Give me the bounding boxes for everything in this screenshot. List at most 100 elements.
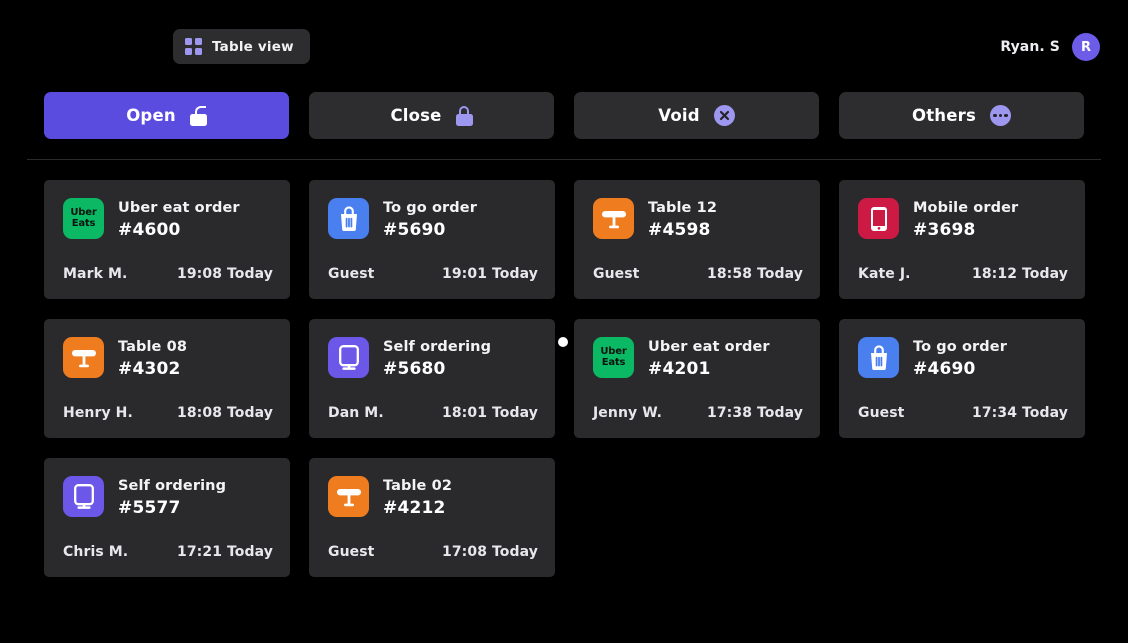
order-time: 18:01 Today bbox=[441, 405, 538, 421]
status-tabs: Open Close Void Others bbox=[44, 92, 1084, 139]
ubereats-icon: Uber Eats bbox=[593, 337, 634, 378]
order-card-header: Table 02 #4212 bbox=[328, 476, 538, 519]
order-list-screen: Table view Ryan. S R Open Close Void Oth… bbox=[0, 0, 1128, 643]
order-customer: Guest bbox=[328, 266, 375, 282]
table-view-button[interactable]: Table view bbox=[173, 29, 310, 64]
order-card-footer: Guest 18:58 Today bbox=[593, 266, 803, 282]
order-customer: Jenny W. bbox=[593, 405, 663, 421]
order-card-titles: Uber eat order #4600 bbox=[118, 198, 240, 241]
order-customer: Mark M. bbox=[63, 266, 128, 282]
order-card-titles: Self ordering #5577 bbox=[118, 476, 226, 519]
order-number: #5577 bbox=[118, 498, 181, 518]
order-card-header: Table 12 #4598 bbox=[593, 198, 803, 241]
order-type-label: Uber eat order bbox=[118, 200, 240, 216]
order-card-footer: Jenny W. 17:38 Today bbox=[593, 405, 803, 421]
order-number: #4212 bbox=[383, 498, 446, 518]
order-type-label: Table 12 bbox=[648, 200, 718, 216]
table-icon bbox=[63, 337, 104, 378]
order-card-footer: Dan M. 18:01 Today bbox=[328, 405, 538, 421]
order-card[interactable]: Table 08 #4302 Henry H. 18:08 Today bbox=[44, 319, 290, 438]
order-card[interactable]: Table 12 #4598 Guest 18:58 Today bbox=[574, 180, 820, 299]
order-time: 18:58 Today bbox=[706, 266, 803, 282]
table-icon bbox=[328, 476, 369, 517]
order-time: 19:08 Today bbox=[176, 266, 273, 282]
order-card-header: Uber Eats Uber eat order #4600 bbox=[63, 198, 273, 241]
order-time: 17:21 Today bbox=[176, 544, 273, 560]
order-card-footer: Kate J. 18:12 Today bbox=[858, 266, 1068, 282]
order-number: #3698 bbox=[913, 220, 976, 240]
order-card-footer: Guest 17:34 Today bbox=[858, 405, 1068, 421]
tab-open[interactable]: Open bbox=[44, 92, 289, 139]
order-card[interactable]: Uber Eats Uber eat order #4201 Jenny W. 17:38… bbox=[574, 319, 820, 438]
order-card-titles: To go order #4690 bbox=[913, 337, 1007, 380]
order-customer: Guest bbox=[858, 405, 905, 421]
x-circle-icon bbox=[713, 105, 735, 126]
order-customer: Henry H. bbox=[63, 405, 133, 421]
order-card[interactable]: To go order #5690 Guest 19:01 Today bbox=[309, 180, 555, 299]
order-card[interactable]: Self ordering #5577 Chris M. 17:21 Today bbox=[44, 458, 290, 577]
order-card-titles: To go order #5690 bbox=[383, 198, 477, 241]
order-time: 17:08 Today bbox=[441, 544, 538, 560]
order-card-titles: Uber eat order #4201 bbox=[648, 337, 770, 380]
ellipsis-circle-icon bbox=[990, 105, 1011, 126]
order-time: 17:34 Today bbox=[971, 405, 1068, 421]
order-card-footer: Henry H. 18:08 Today bbox=[63, 405, 273, 421]
user-name: Ryan. S bbox=[1000, 39, 1060, 55]
order-type-label: To go order bbox=[913, 339, 1007, 355]
takeout-bag-icon bbox=[328, 198, 369, 239]
order-customer: Kate J. bbox=[858, 266, 911, 282]
order-card-header: Mobile order #3698 bbox=[858, 198, 1068, 241]
order-card-header: Table 08 #4302 bbox=[63, 337, 273, 380]
order-number: #4201 bbox=[648, 359, 711, 379]
order-card-header: Self ordering #5577 bbox=[63, 476, 273, 519]
order-number: #5690 bbox=[383, 220, 446, 240]
order-type-label: To go order bbox=[383, 200, 477, 216]
order-card-titles: Table 02 #4212 bbox=[383, 476, 452, 519]
kiosk-icon bbox=[63, 476, 104, 517]
order-type-label: Table 08 bbox=[118, 339, 188, 355]
order-number: #4690 bbox=[913, 359, 976, 379]
tab-others[interactable]: Others bbox=[839, 92, 1084, 139]
order-card-titles: Mobile order #3698 bbox=[913, 198, 1018, 241]
order-time: 18:08 Today bbox=[176, 405, 273, 421]
order-type-label: Mobile order bbox=[913, 200, 1019, 216]
order-number: #4600 bbox=[118, 220, 181, 240]
user-area[interactable]: Ryan. S R bbox=[1000, 33, 1100, 61]
table-view-label: Table view bbox=[212, 38, 294, 55]
grid-icon bbox=[185, 38, 202, 55]
order-type-label: Table 02 bbox=[383, 478, 453, 494]
order-card[interactable]: Self ordering #5680 Dan M. 18:01 Today bbox=[309, 319, 555, 438]
top-bar: Table view Ryan. S R bbox=[0, 0, 1128, 80]
order-card[interactable]: Mobile order #3698 Kate J. 18:12 Today bbox=[839, 180, 1085, 299]
tab-close-label: Close bbox=[390, 106, 442, 125]
order-card-footer: Guest 19:01 Today bbox=[328, 266, 538, 282]
order-card-titles: Table 12 #4598 bbox=[648, 198, 717, 241]
order-card-titles: Self ordering #5680 bbox=[383, 337, 491, 380]
unlock-icon bbox=[189, 105, 207, 126]
order-number: #5680 bbox=[383, 359, 446, 379]
order-time: 19:01 Today bbox=[441, 266, 538, 282]
avatar[interactable]: R bbox=[1072, 33, 1100, 61]
order-time: 17:38 Today bbox=[706, 405, 803, 421]
order-type-label: Self ordering bbox=[118, 478, 227, 494]
tab-close[interactable]: Close bbox=[309, 92, 554, 139]
order-card-grid: Uber Eats Uber eat order #4600 Mark M. 19:08 … bbox=[44, 180, 1086, 577]
tab-void[interactable]: Void bbox=[574, 92, 819, 139]
order-customer: Dan M. bbox=[328, 405, 384, 421]
order-customer: Guest bbox=[328, 544, 375, 560]
order-card-footer: Mark M. 19:08 Today bbox=[63, 266, 273, 282]
order-card-footer: Guest 17:08 Today bbox=[328, 544, 538, 560]
order-type-label: Self ordering bbox=[383, 339, 492, 355]
order-card[interactable]: To go order #4690 Guest 17:34 Today bbox=[839, 319, 1085, 438]
order-card-footer: Chris M. 17:21 Today bbox=[63, 544, 273, 560]
order-card[interactable]: Table 02 #4212 Guest 17:08 Today bbox=[309, 458, 555, 577]
tab-void-label: Void bbox=[658, 106, 700, 125]
kiosk-icon bbox=[328, 337, 369, 378]
table-icon bbox=[593, 198, 634, 239]
order-card-titles: Table 08 #4302 bbox=[118, 337, 187, 380]
lock-icon bbox=[455, 105, 473, 126]
header-divider bbox=[27, 159, 1101, 160]
order-number: #4302 bbox=[118, 359, 181, 379]
order-customer: Chris M. bbox=[63, 544, 129, 560]
order-card[interactable]: Uber Eats Uber eat order #4600 Mark M. 19:08 … bbox=[44, 180, 290, 299]
